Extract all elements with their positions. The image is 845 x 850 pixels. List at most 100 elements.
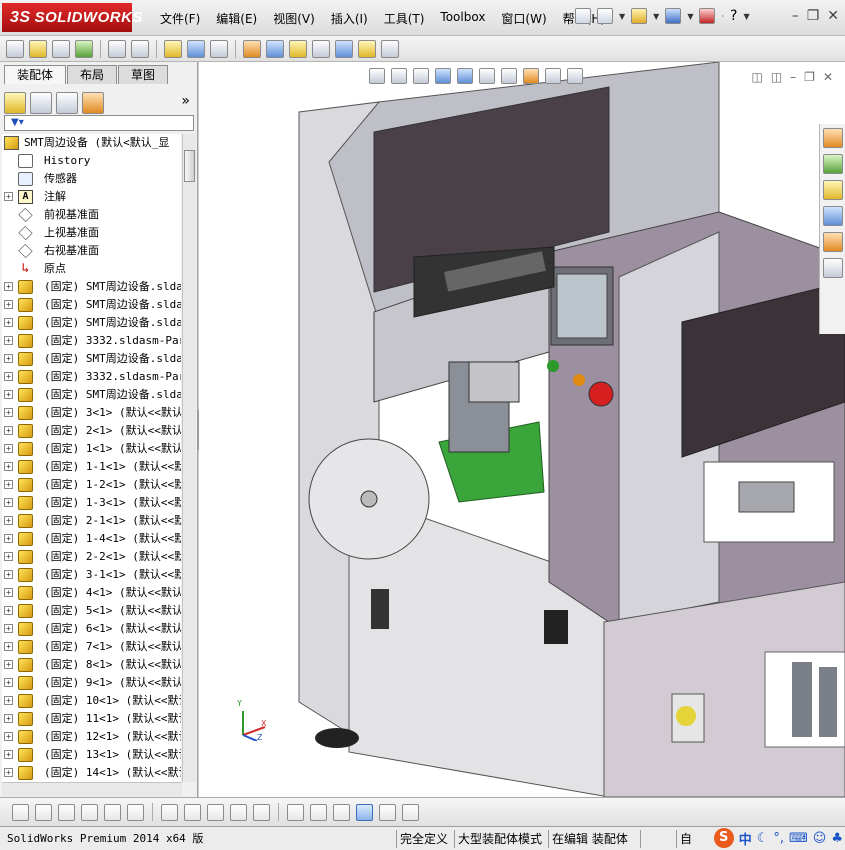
appearances-scenes-icon[interactable] [822, 232, 843, 252]
tree-expand-toggle[interactable]: + [4, 192, 13, 201]
save-dropdown-icon[interactable]: ▼ [687, 12, 693, 21]
new-document-icon[interactable] [597, 8, 613, 24]
tree-row[interactable]: + (固定) 5<1> (默认<<默认 [2, 602, 181, 620]
tree-row[interactable]: + (固定) 2<1> (默认<<默认 [2, 422, 181, 440]
tree-expand-toggle[interactable]: + [4, 678, 13, 687]
window-split-icon[interactable] [379, 803, 396, 821]
tree-row[interactable]: 前视基准面 [2, 206, 181, 224]
tree-expand-toggle[interactable]: + [4, 516, 13, 525]
tree-expand-toggle[interactable]: + [4, 336, 13, 345]
tree-expand-toggle[interactable]: + [4, 714, 13, 723]
tree-expand-toggle[interactable]: + [4, 750, 13, 759]
tree-row[interactable]: + (固定) SMT周边设备.slda [2, 350, 181, 368]
configuration-manager-icon[interactable] [56, 92, 78, 114]
edit-appearance-icon[interactable] [523, 68, 539, 84]
tree-row[interactable]: + (固定) 3332.sldasm-Part [2, 332, 181, 350]
tree-expand-toggle[interactable]: + [4, 462, 13, 471]
component-pattern-icon[interactable] [75, 39, 93, 58]
minimize-icon[interactable]: – [792, 8, 799, 24]
previous-view-icon[interactable] [413, 68, 429, 84]
viewport-tile-icon[interactable]: ◫ [771, 70, 782, 84]
feature-manager-icon[interactable] [4, 92, 26, 114]
solidworks-logo[interactable]: 3S SOLIDWORKS [2, 3, 142, 32]
tree-expand-toggle[interactable]: + [4, 300, 13, 309]
expand-panel-icon[interactable]: » [181, 93, 190, 109]
mate-icon[interactable] [52, 39, 70, 58]
tree-row[interactable]: + (固定) 10<1> (默认<<默认 [2, 692, 181, 710]
view-palette-icon[interactable] [822, 206, 843, 226]
section-view-icon[interactable] [435, 68, 451, 84]
tree-row[interactable]: + (固定) 14<1> (默认<<默认 [2, 764, 181, 782]
viewport-restore-icon[interactable]: ❐ [804, 70, 815, 84]
smart-dimension-icon[interactable] [253, 803, 270, 821]
polygon-icon[interactable] [81, 803, 98, 821]
reference-geometry-icon[interactable] [210, 39, 228, 58]
apply-scene-icon[interactable] [545, 68, 561, 84]
tree-row[interactable]: + (固定) 3<1> (默认<<默认 [2, 404, 181, 422]
tree-expand-toggle[interactable]: + [4, 372, 13, 381]
assembly-features-icon[interactable] [187, 39, 205, 58]
tree-row[interactable]: + A 注解 [2, 188, 181, 206]
offset-icon[interactable] [161, 803, 178, 821]
ime-user-icon[interactable]: ☺ [813, 831, 827, 846]
help-icon[interactable]: ? [730, 8, 737, 24]
tree-row[interactable]: + (固定) 12<1> (默认<<默认 [2, 728, 181, 746]
new-dropdown-icon[interactable]: ▼ [619, 12, 625, 21]
zoom-to-fit-icon[interactable] [369, 68, 385, 84]
tab-sketch[interactable]: 草图 [118, 65, 169, 84]
explode-line-sketch-icon[interactable] [312, 39, 330, 58]
tree-expand-toggle[interactable]: + [4, 426, 13, 435]
tree-expand-toggle[interactable]: + [4, 588, 13, 597]
show-hidden-components-icon[interactable] [164, 39, 182, 58]
display-manager-icon[interactable] [82, 92, 104, 114]
tree-row[interactable]: + (固定) 7<1> (默认<<默认 [2, 638, 181, 656]
circle-icon[interactable] [35, 803, 52, 821]
tree-row[interactable]: + (固定) SMT周边设备.slda [2, 314, 181, 332]
graphics-viewport[interactable]: Y X Z ◫ ◫ – ❐ ✕ [199, 62, 845, 797]
tree-expand-toggle[interactable]: + [4, 318, 13, 327]
new-assembly-icon[interactable] [29, 39, 47, 58]
open-folder-icon[interactable] [631, 8, 648, 24]
construction-line-icon[interactable] [127, 803, 144, 821]
tree-row[interactable]: + (固定) 1<1> (默认<<默认 [2, 440, 181, 458]
smart-fasteners-icon[interactable] [108, 39, 126, 58]
tab-assembly[interactable]: 装配体 [4, 65, 67, 84]
interference-detection-icon[interactable] [335, 39, 353, 58]
instant3d-icon[interactable] [381, 39, 399, 58]
restore-icon[interactable]: ❐ [807, 8, 820, 24]
tree-row[interactable]: + (固定) 4<1> (默认<<默认 [2, 584, 181, 602]
tree-expand-toggle[interactable]: + [4, 696, 13, 705]
tree-row[interactable]: + (固定) 11<1> (默认<<默认 [2, 710, 181, 728]
tree-expand-toggle[interactable]: + [4, 498, 13, 507]
pin-icon[interactable] [575, 8, 591, 24]
clearance-verification-icon[interactable] [358, 39, 376, 58]
scrollbar-thumb[interactable] [184, 150, 195, 182]
trim-icon[interactable] [104, 803, 121, 821]
line-icon[interactable] [58, 803, 75, 821]
rebuild-icon[interactable] [699, 8, 716, 24]
tree-row[interactable]: + (固定) 1-2<1> (默认<<默 [2, 476, 181, 494]
tree-expand-toggle[interactable]: + [4, 390, 13, 399]
tree-vertical-scrollbar[interactable] [182, 134, 196, 782]
fillet-icon[interactable] [184, 803, 201, 821]
corner-icon[interactable] [230, 803, 247, 821]
tree-row[interactable]: 右视基准面 [2, 242, 181, 260]
property-manager-icon[interactable] [30, 92, 52, 114]
tree-row[interactable]: + (固定) 3-1<1> (默认<<默 [2, 566, 181, 584]
window-grid-icon[interactable] [402, 803, 419, 821]
tree-expand-toggle[interactable]: + [4, 282, 13, 291]
tree-row[interactable]: + (固定) 2-2<1> (默认<<默 [2, 548, 181, 566]
tree-expand-toggle[interactable]: + [4, 624, 13, 633]
tree-expand-toggle[interactable]: + [4, 444, 13, 453]
tree-expand-toggle[interactable]: + [4, 480, 13, 489]
menu-insert[interactable]: 插入(I) [323, 10, 376, 27]
viewport-close-icon[interactable]: ✕ [823, 70, 833, 84]
tree-row[interactable]: + (固定) SMT周边设备.slda [2, 296, 181, 314]
ime-keyboard-icon[interactable]: ⌨ [789, 831, 808, 846]
ime-punctuation-icon[interactable]: °, [773, 831, 784, 846]
help-dropdown-icon[interactable]: ▼ [743, 12, 749, 21]
tree-row[interactable]: + (固定) 1-3<1> (默认<<默 [2, 494, 181, 512]
menu-toolbox[interactable]: Toolbox [432, 10, 493, 27]
ime-moon-icon[interactable]: ☾ [757, 831, 769, 846]
menu-file[interactable]: 文件(F) [152, 10, 208, 27]
